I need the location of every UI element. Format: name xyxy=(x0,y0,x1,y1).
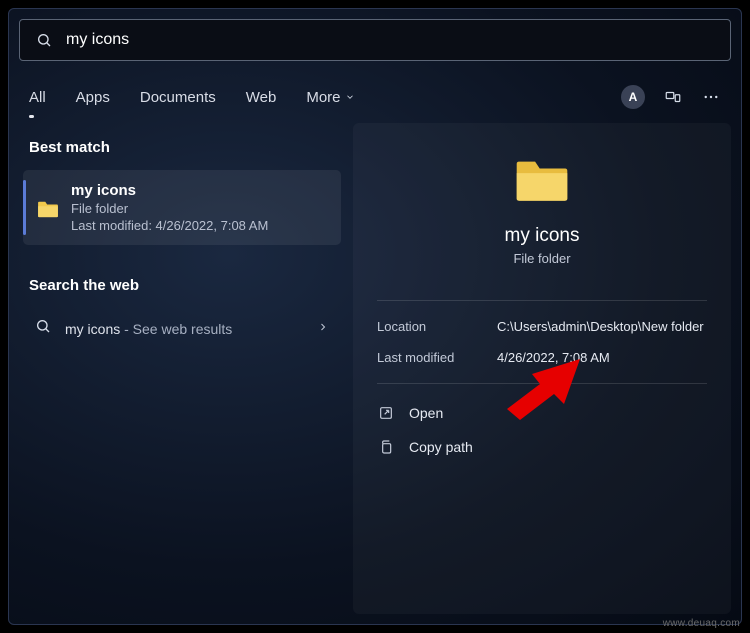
chevron-right-icon xyxy=(317,320,329,338)
folder-icon xyxy=(37,200,59,218)
devices-icon[interactable] xyxy=(663,87,683,107)
search-input[interactable] xyxy=(66,31,716,49)
tab-all[interactable]: All xyxy=(29,89,46,106)
result-title: my icons xyxy=(71,182,268,199)
tab-web[interactable]: Web xyxy=(246,89,277,106)
best-match-result[interactable]: my icons File folder Last modified: 4/26… xyxy=(23,170,341,245)
avatar[interactable]: A xyxy=(621,85,645,109)
watermark: www.deuaq.com xyxy=(663,618,740,629)
selection-indicator xyxy=(23,180,26,235)
web-result[interactable]: my icons - See web results xyxy=(23,308,341,349)
best-match-heading: Best match xyxy=(23,129,341,170)
result-modified: Last modified: 4/26/2022, 7:08 AM xyxy=(71,218,268,233)
tab-more[interactable]: More xyxy=(306,89,354,106)
search-icon xyxy=(34,30,54,50)
preview-title: my icons xyxy=(505,225,580,247)
info-location: Location C:\Users\admin\Desktop\New fold… xyxy=(377,319,707,334)
open-icon xyxy=(377,404,395,422)
search-web-heading: Search the web xyxy=(23,267,341,308)
folder-icon xyxy=(513,157,571,203)
result-type: File folder xyxy=(71,201,268,216)
filter-tabs-row: All Apps Documents Web More A xyxy=(9,67,741,123)
copy-icon xyxy=(377,438,395,456)
preview-subtitle: File folder xyxy=(513,251,570,266)
more-icon[interactable] xyxy=(701,87,721,107)
open-action[interactable]: Open xyxy=(377,404,707,422)
tab-documents[interactable]: Documents xyxy=(140,89,216,106)
info-modified: Last modified 4/26/2022, 7:08 AM xyxy=(377,350,707,365)
results-pane: Best match my icons File folder Last mod… xyxy=(9,123,349,624)
web-result-text: my icons - See web results xyxy=(65,321,303,337)
preview-pane: my icons File folder Location C:\Users\a… xyxy=(353,123,731,614)
chevron-down-icon xyxy=(345,92,355,102)
search-window: All Apps Documents Web More A Best match xyxy=(8,8,742,625)
tab-apps[interactable]: Apps xyxy=(76,89,110,106)
search-bar[interactable] xyxy=(19,19,731,61)
copy-path-action[interactable]: Copy path xyxy=(377,438,707,456)
search-icon xyxy=(35,318,51,339)
